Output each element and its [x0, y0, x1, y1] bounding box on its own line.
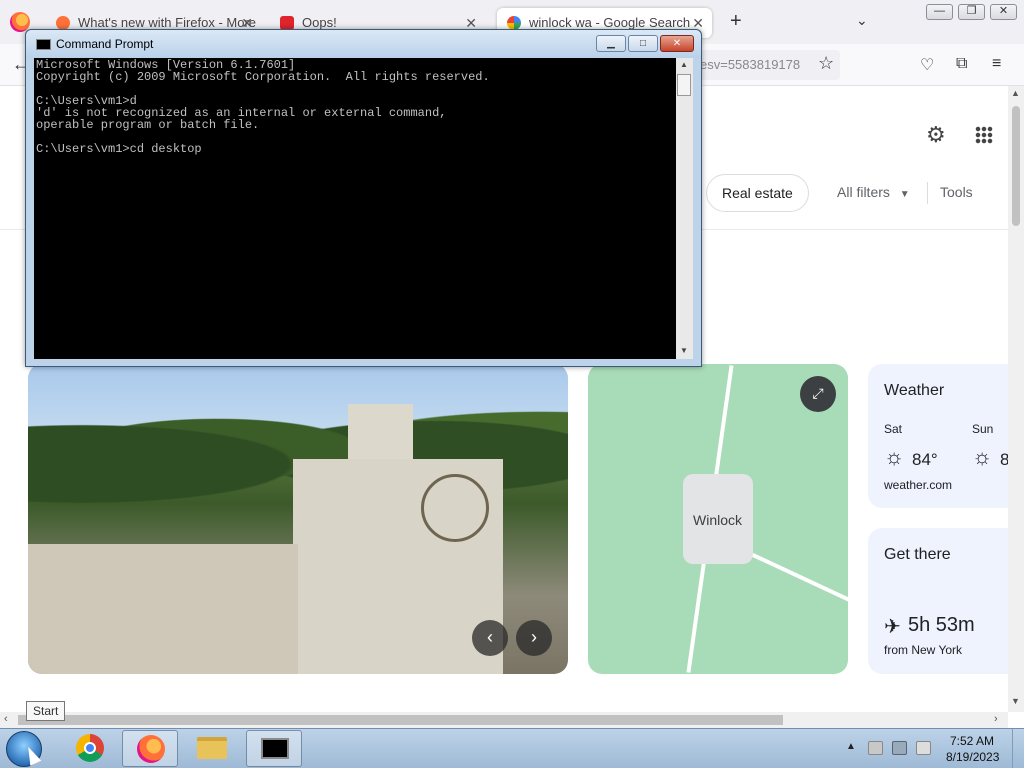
cmd-scroll-up-icon[interactable]: ▲ — [680, 60, 688, 69]
taskbar-chrome-button[interactable] — [62, 730, 118, 767]
browser-close-button[interactable]: ✕ — [990, 4, 1017, 20]
get-there-card[interactable]: Get there ✈ 5h 53m from New York — [868, 528, 1008, 674]
carousel-next-button[interactable]: › — [516, 620, 552, 656]
console-text: Microsoft Windows [Version 6.1.7601] Cop… — [36, 58, 490, 156]
taskbar-cmd-button[interactable] — [246, 730, 302, 767]
cmd-scroll-thumb[interactable] — [677, 74, 691, 96]
bookmark-star-icon[interactable]: ☆ — [818, 53, 834, 74]
cmd-title: Command Prompt — [56, 37, 154, 51]
show-hidden-icons-icon[interactable]: ▲ — [846, 741, 856, 752]
scroll-up-arrow-icon[interactable]: ▲ — [1011, 88, 1020, 98]
show-desktop-button[interactable] — [1012, 729, 1024, 768]
expand-map-icon[interactable]: ⤢ — [800, 376, 836, 412]
warehouse-roof — [28, 544, 298, 674]
horizontal-scroll-thumb[interactable] — [18, 715, 783, 725]
map-town-label: Winlock — [693, 512, 743, 528]
cmd-close-button[interactable]: ✕ — [660, 35, 694, 52]
list-all-tabs-chevron-icon[interactable]: ⌄ — [856, 12, 868, 29]
flight-duration: 5h 53m — [908, 614, 975, 636]
cmd-scrollbar[interactable]: ▲ ▼ — [676, 58, 693, 359]
place-photo[interactable]: ‹ › — [28, 364, 568, 674]
weather-day: Sun — [972, 422, 994, 436]
tab-title: Oops! — [302, 15, 337, 30]
page-vertical-scrollbar[interactable]: ▲ ▼ — [1008, 86, 1024, 712]
cmd-scroll-down-icon[interactable]: ▼ — [680, 346, 688, 355]
cmd-icon — [261, 738, 289, 759]
google-apps-icon[interactable] — [975, 126, 993, 144]
firefox-favicon-icon — [56, 16, 70, 30]
google-favicon-icon — [507, 16, 521, 30]
command-prompt-window[interactable]: Command Prompt ▁ □ ✕ Microsoft Windows [… — [25, 29, 702, 367]
vertical-scroll-thumb[interactable] — [1012, 106, 1020, 226]
map-preview[interactable]: Winlock ⤢ — [588, 364, 848, 674]
airplane-icon: ✈ — [884, 616, 901, 638]
taskbar-explorer-button[interactable] — [184, 730, 240, 767]
weather-day: Sat — [884, 422, 903, 436]
firefox-icon — [137, 735, 165, 763]
dropdown-caret-icon: ▼ — [899, 189, 910, 200]
settings-gear-icon[interactable]: ⚙ — [926, 122, 946, 148]
carousel-prev-button[interactable]: ‹ — [472, 620, 508, 656]
all-filters-button[interactable]: All filters ▼ — [837, 184, 910, 200]
action-center-flag-icon[interactable] — [868, 741, 883, 755]
volume-muted-icon[interactable] — [916, 741, 931, 755]
tools-button[interactable]: Tools — [940, 184, 973, 200]
new-tab-button[interactable]: + — [730, 10, 742, 33]
network-icon[interactable] — [892, 741, 907, 755]
taskbar-firefox-button[interactable] — [122, 730, 178, 767]
extensions-icon[interactable]: ⧉ — [956, 55, 967, 73]
start-tooltip: Start — [26, 701, 66, 721]
sun-icon: ☼ — [884, 444, 905, 469]
weather-source[interactable]: weather.com — [884, 478, 952, 492]
scroll-left-arrow-icon[interactable]: ‹ — [4, 713, 8, 725]
taskbar: ▲ 7:52 AM 8/19/2023 — [0, 728, 1024, 768]
cmd-minimize-button[interactable]: ▁ — [596, 35, 626, 52]
weather-card[interactable]: Weather Sat Sun ☼ 84° ☼ 8 weather.com — [868, 364, 1008, 508]
get-there-title: Get there — [884, 546, 951, 563]
filter-divider — [927, 182, 928, 204]
console-output[interactable]: Microsoft Windows [Version 6.1.7601] Cop… — [34, 58, 676, 359]
all-filters-label: All filters — [837, 184, 890, 200]
folder-icon — [197, 737, 227, 759]
real-estate-chip[interactable]: Real estate — [706, 174, 809, 212]
sun-icon: ☼ — [972, 444, 993, 469]
cmd-maximize-button[interactable]: □ — [628, 35, 658, 52]
clock-time[interactable]: 7:52 AM — [950, 734, 994, 748]
cooperative-seal-logo — [421, 474, 489, 542]
cmd-window-icon[interactable] — [36, 39, 51, 50]
browser-restore-button[interactable]: ❐ — [958, 4, 985, 20]
chrome-icon — [76, 734, 104, 762]
url-text: esv=5583819178 — [700, 57, 801, 72]
page-horizontal-scrollbar[interactable]: ‹ › — [0, 712, 1008, 728]
pocket-icon[interactable]: ♡ — [920, 55, 934, 75]
scroll-right-arrow-icon[interactable]: › — [994, 713, 998, 725]
cmd-titlebar[interactable]: Command Prompt ▁ □ ✕ — [26, 30, 701, 58]
flight-origin: from New York — [884, 643, 963, 657]
tab-title: What's new with Firefox - More — [78, 15, 257, 30]
weather-temp: 8 — [1000, 450, 1008, 469]
weather-title: Weather — [884, 382, 945, 399]
scroll-down-arrow-icon[interactable]: ▼ — [1011, 696, 1020, 706]
browser-minimize-button[interactable]: — — [926, 4, 953, 20]
tab-title: winlock wa - Google Search — [529, 15, 691, 30]
yandex-favicon-icon — [280, 16, 294, 30]
weather-temp: 84° — [912, 450, 938, 469]
hamburger-menu-icon[interactable]: ≡ — [992, 55, 1001, 73]
clock-date[interactable]: 8/19/2023 — [946, 750, 999, 764]
